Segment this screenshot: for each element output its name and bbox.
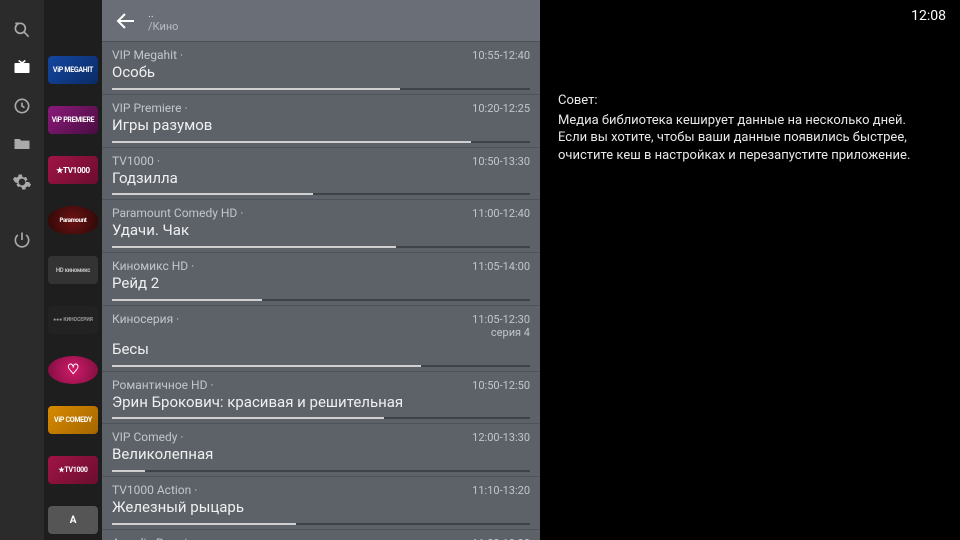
list-item[interactable]: Amedia Premium ·11:20-13:00Колесо чудес	[102, 530, 540, 540]
breadcrumb: .. /Кино	[148, 8, 178, 32]
program-title: Особь	[112, 63, 530, 82]
progress-fill	[112, 417, 384, 419]
program-time: 11:00-12:40	[472, 207, 530, 220]
program-time: 10:50-12:50	[472, 379, 530, 392]
progress-fill	[112, 299, 262, 301]
folder-icon[interactable]	[10, 132, 34, 156]
program-time: 10:20-12:25	[472, 102, 530, 115]
back-arrow-icon[interactable]	[114, 9, 138, 33]
program-time: 12:00-13:30	[472, 431, 530, 444]
channel-logo[interactable]: ViP PREMIERE	[48, 106, 98, 134]
channel-name: VIP Megahit ·	[112, 48, 183, 62]
search-icon[interactable]	[10, 18, 34, 42]
channel-logo[interactable]: ●●● КИНОСЕРИЯ	[48, 306, 98, 334]
channel-logo[interactable]: ViP MEGAHIT	[48, 56, 98, 84]
channel-name: Amedia Premium ·	[112, 536, 210, 540]
power-icon[interactable]	[10, 228, 34, 252]
progress-track	[112, 417, 530, 419]
progress-fill	[112, 193, 313, 195]
progress-fill	[112, 88, 400, 90]
channel-logo[interactable]: HD киномикс	[48, 256, 98, 284]
program-time: 11:05-12:30 серия 4	[472, 313, 530, 339]
list-item[interactable]: TV1000 Action · 11:10-13:20Железный рыцар…	[102, 477, 540, 530]
program-time: 11:10-13:20	[472, 484, 530, 497]
list-item[interactable]: Киномикс HD · 11:05-14:00Рейд 2	[102, 253, 540, 306]
channel-logo[interactable]: Paramount	[48, 206, 98, 234]
progress-track	[112, 246, 530, 248]
sidebar	[0, 0, 44, 540]
settings-icon[interactable]	[10, 170, 34, 194]
channel-list-panel: .. /Кино VIP Megahit ·10:55-12:40ОсобьVI…	[102, 0, 540, 540]
list-item[interactable]: Киносерия · 11:05-12:30 серия 4Бесы	[102, 306, 540, 372]
tip-label: Совет:	[558, 92, 938, 110]
channel-rows: VIP Megahit · 10:55-12:40Особь VIP Premier…	[102, 42, 540, 540]
program-time: 10:50-13:30	[472, 155, 530, 168]
channel-name: VIP Premiere ·	[112, 101, 188, 115]
progress-fill	[112, 523, 296, 525]
list-item[interactable]: Paramount Comedy HD · 11:00-12:40Удачи. Ч…	[102, 200, 540, 253]
tv-icon[interactable]	[10, 56, 34, 80]
detail-panel: 12:08 Совет: Медиа библиотека кеширует д…	[540, 0, 960, 540]
progress-fill	[112, 470, 145, 472]
list-item[interactable]: VIP Megahit · 10:55-12:40Особь	[102, 42, 540, 95]
breadcrumb-dots: ..	[148, 8, 178, 20]
program-title: Эрин Брокович: красивая и решительная	[112, 393, 530, 412]
program-title: Удачи. Чак	[112, 221, 530, 240]
tip-body: Медиа библиотека кеширует данные на неск…	[558, 112, 938, 165]
list-item[interactable]: VIP Premiere · 10:20-12:25Игры разумов	[102, 95, 540, 148]
progress-track	[112, 299, 530, 301]
channel-name: Paramount Comedy HD ·	[112, 206, 243, 220]
program-title: Железный рыцарь	[112, 498, 530, 517]
list-item[interactable]: Романтичное HD · 10:50-12:50Эрин Брокович…	[102, 372, 540, 425]
list-header[interactable]: .. /Кино	[102, 0, 540, 42]
progress-track	[112, 141, 530, 143]
program-title: Бесы	[112, 340, 530, 359]
channel-logo[interactable]: ♡	[48, 356, 98, 384]
progress-fill	[112, 365, 421, 367]
progress-track	[112, 470, 530, 472]
channel-name: Романтичное HD ·	[112, 378, 214, 392]
channel-name: TV1000 ·	[112, 154, 160, 168]
channel-name: TV1000 Action ·	[112, 483, 197, 497]
channel-logo-column: ViP MEGAHIT ViP PREMIERE ★TV1000 Paramount H…	[44, 0, 102, 540]
progress-fill	[112, 141, 471, 143]
channel-name: Киномикс HD ·	[112, 259, 194, 273]
channel-logo[interactable]: ★TV1000	[48, 156, 98, 184]
program-time: 11:05-14:00	[472, 260, 530, 273]
list-item[interactable]: VIP Comedy · 12:00-13:30Великолепная	[102, 424, 540, 477]
app-root: ViP MEGAHIT ViP PREMIERE ★TV1000 Paramount H…	[0, 0, 960, 540]
program-time: 10:55-12:40	[472, 49, 530, 62]
tip-box: Совет: Медиа библиотека кеширует данные …	[558, 92, 938, 164]
list-item[interactable]: TV1000 · 10:50-13:30Годзилла	[102, 148, 540, 201]
progress-fill	[112, 246, 396, 248]
channel-logo[interactable]: ★TV1000	[48, 456, 98, 484]
clock: 12:08	[911, 8, 946, 24]
channel-logo[interactable]: A	[48, 506, 98, 534]
program-title: Великолепная	[112, 445, 530, 464]
channel-logo[interactable]: ViP COMEDY	[48, 406, 98, 434]
progress-track	[112, 88, 530, 90]
progress-track	[112, 365, 530, 367]
breadcrumb-path: /Кино	[148, 21, 178, 33]
program-title: Игры разумов	[112, 116, 530, 135]
program-title: Годзилла	[112, 169, 530, 188]
channel-name: VIP Comedy ·	[112, 430, 184, 444]
history-icon[interactable]	[10, 94, 34, 118]
program-title: Рейд 2	[112, 274, 530, 293]
progress-track	[112, 523, 530, 525]
progress-track	[112, 193, 530, 195]
channel-name: Киносерия ·	[112, 312, 179, 326]
